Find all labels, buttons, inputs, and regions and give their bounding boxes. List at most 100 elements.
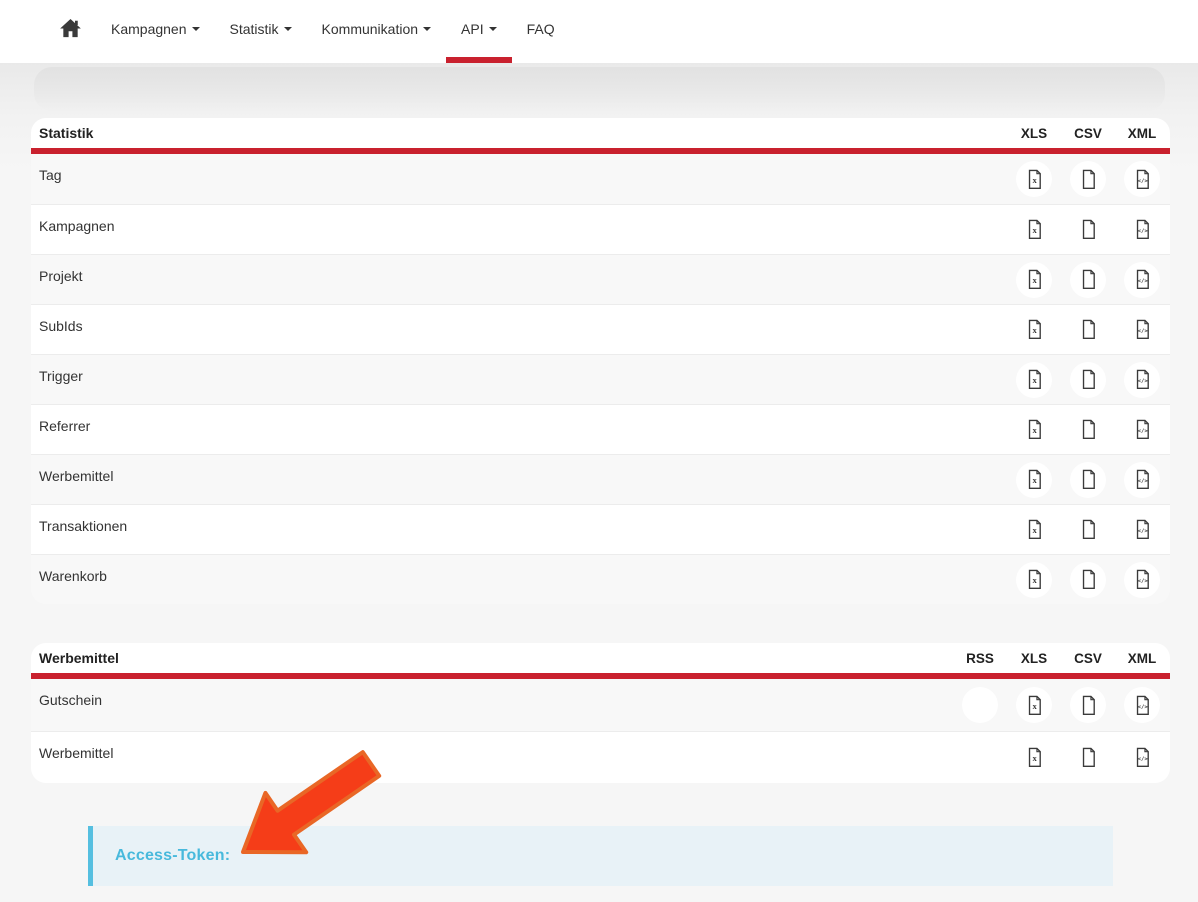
svg-text:</>: </> bbox=[1137, 704, 1148, 710]
access-token-alert: Access-Token: bbox=[88, 826, 1113, 886]
svg-text:</>: </> bbox=[1137, 478, 1148, 484]
svg-text:</>: </> bbox=[1137, 528, 1148, 534]
download-xls-button[interactable]: x bbox=[1016, 262, 1052, 298]
nav-item-home[interactable] bbox=[45, 0, 96, 63]
download-xls-button[interactable]: x bbox=[1016, 212, 1052, 248]
column-header-xls: XLS bbox=[1007, 126, 1061, 141]
nav-item-api[interactable]: API bbox=[446, 0, 512, 63]
column-header-xml: XML bbox=[1115, 126, 1169, 141]
download-xml-button[interactable]: </> bbox=[1124, 740, 1160, 776]
download-xls-button[interactable]: x bbox=[1016, 412, 1052, 448]
table-row: Tagx </> bbox=[31, 154, 1170, 204]
nav-item-label: Kampagnen bbox=[111, 21, 187, 37]
export-table-werbemittel: Werbemittel RSSXLSCSVXML Gutschein x </> We… bbox=[31, 643, 1170, 783]
download-xml-button[interactable]: </> bbox=[1124, 562, 1160, 598]
download-xls-button[interactable]: x bbox=[1016, 687, 1052, 723]
table-row: Gutschein x </> bbox=[31, 679, 1170, 731]
download-csv-button[interactable] bbox=[1070, 687, 1106, 723]
page-content: Statistik XLSCSVXML Tagx</>Kampagnenx</>… bbox=[0, 63, 1198, 902]
svg-text:</>: </> bbox=[1137, 178, 1148, 184]
download-csv-button[interactable] bbox=[1070, 740, 1106, 776]
svg-text:</>: </> bbox=[1137, 228, 1148, 234]
download-csv-button[interactable] bbox=[1070, 212, 1106, 248]
svg-text:x: x bbox=[1032, 753, 1037, 763]
table-row: SubIdsx </> bbox=[31, 304, 1170, 354]
table-header: Werbemittel RSSXLSCSVXML bbox=[31, 643, 1170, 673]
svg-text:</>: </> bbox=[1137, 578, 1148, 584]
table-row: Projekt x </> bbox=[31, 254, 1170, 304]
download-xml-button[interactable]: </> bbox=[1124, 262, 1160, 298]
table-row: Warenkorb x </> bbox=[31, 554, 1170, 604]
column-headers: RSSXLSCSVXML bbox=[953, 651, 1170, 666]
svg-text:</>: </> bbox=[1137, 428, 1148, 434]
nav-item-kommunikation[interactable]: Kommunikation bbox=[307, 0, 447, 63]
download-xml-button[interactable]: </> bbox=[1124, 312, 1160, 348]
row-label: Tag bbox=[31, 154, 1007, 204]
svg-text:</>: </> bbox=[1137, 328, 1148, 334]
download-xls-button[interactable]: x bbox=[1016, 161, 1052, 197]
column-header-xml: XML bbox=[1115, 651, 1169, 666]
chevron-down-icon bbox=[423, 27, 431, 31]
download-csv-button[interactable] bbox=[1070, 362, 1106, 398]
svg-text:</>: </> bbox=[1137, 378, 1148, 384]
collapsed-filter-panel bbox=[34, 67, 1165, 111]
svg-text:x: x bbox=[1032, 475, 1037, 485]
row-label: Projekt bbox=[31, 255, 1007, 304]
download-xml-button[interactable]: </> bbox=[1124, 462, 1160, 498]
svg-text:x: x bbox=[1032, 225, 1037, 235]
column-header-xls: XLS bbox=[1007, 651, 1061, 666]
access-token-label: Access-Token: bbox=[115, 847, 230, 865]
chevron-down-icon bbox=[192, 27, 200, 31]
table-row: Referrerx</> bbox=[31, 404, 1170, 454]
row-label: Gutschein bbox=[31, 679, 953, 731]
table-header: Statistik XLSCSVXML bbox=[31, 118, 1170, 148]
home-icon bbox=[60, 19, 81, 38]
download-csv-button[interactable] bbox=[1070, 462, 1106, 498]
download-csv-button[interactable] bbox=[1070, 161, 1106, 197]
row-label: Kampagnen bbox=[31, 205, 1007, 254]
nav-item-label: API bbox=[461, 21, 484, 37]
download-xls-button[interactable]: x bbox=[1016, 462, 1052, 498]
download-csv-button[interactable] bbox=[1070, 512, 1106, 548]
svg-text:x: x bbox=[1032, 525, 1037, 535]
row-label: Warenkorb bbox=[31, 555, 1007, 604]
download-xls-button[interactable]: x bbox=[1016, 312, 1052, 348]
download-xml-button[interactable]: </> bbox=[1124, 512, 1160, 548]
download-rss-button[interactable] bbox=[962, 687, 998, 723]
download-xls-button[interactable]: x bbox=[1016, 562, 1052, 598]
row-label: SubIds bbox=[31, 305, 1007, 354]
svg-text:x: x bbox=[1032, 701, 1037, 711]
column-headers: XLSCSVXML bbox=[1007, 126, 1170, 141]
nav-item-kampagnen[interactable]: Kampagnen bbox=[96, 0, 215, 63]
table-row: Werbemittel x </> bbox=[31, 454, 1170, 504]
download-csv-button[interactable] bbox=[1070, 562, 1106, 598]
download-xls-button[interactable]: x bbox=[1016, 512, 1052, 548]
row-label: Trigger bbox=[31, 355, 1007, 404]
table-title: Werbemittel bbox=[31, 650, 953, 666]
table-title: Statistik bbox=[31, 125, 1007, 141]
download-xml-button[interactable]: </> bbox=[1124, 412, 1160, 448]
download-csv-button[interactable] bbox=[1070, 412, 1106, 448]
table-row: Transaktionen x </> bbox=[31, 504, 1170, 554]
svg-text:x: x bbox=[1032, 275, 1037, 285]
download-csv-button[interactable] bbox=[1070, 312, 1106, 348]
chevron-down-icon bbox=[284, 27, 292, 31]
row-label: Transaktionen bbox=[31, 505, 1007, 554]
table-row: Werbemittelx</> bbox=[31, 731, 1170, 783]
download-xml-button[interactable]: </> bbox=[1124, 687, 1160, 723]
download-xml-button[interactable]: </> bbox=[1124, 212, 1160, 248]
column-header-csv: CSV bbox=[1061, 126, 1115, 141]
nav-item-statistik[interactable]: Statistik bbox=[215, 0, 307, 63]
svg-text:</>: </> bbox=[1137, 756, 1148, 762]
download-xml-button[interactable]: </> bbox=[1124, 362, 1160, 398]
download-xls-button[interactable]: x bbox=[1016, 740, 1052, 776]
svg-text:x: x bbox=[1032, 575, 1037, 585]
row-label: Werbemittel bbox=[31, 455, 1007, 504]
nav-item-label: Statistik bbox=[230, 21, 279, 37]
nav-item-label: Kommunikation bbox=[322, 21, 419, 37]
download-xls-button[interactable]: x bbox=[1016, 362, 1052, 398]
table-row: Kampagnen x </> bbox=[31, 204, 1170, 254]
download-csv-button[interactable] bbox=[1070, 262, 1106, 298]
nav-item-faq[interactable]: FAQ bbox=[512, 0, 570, 63]
download-xml-button[interactable]: </> bbox=[1124, 161, 1160, 197]
